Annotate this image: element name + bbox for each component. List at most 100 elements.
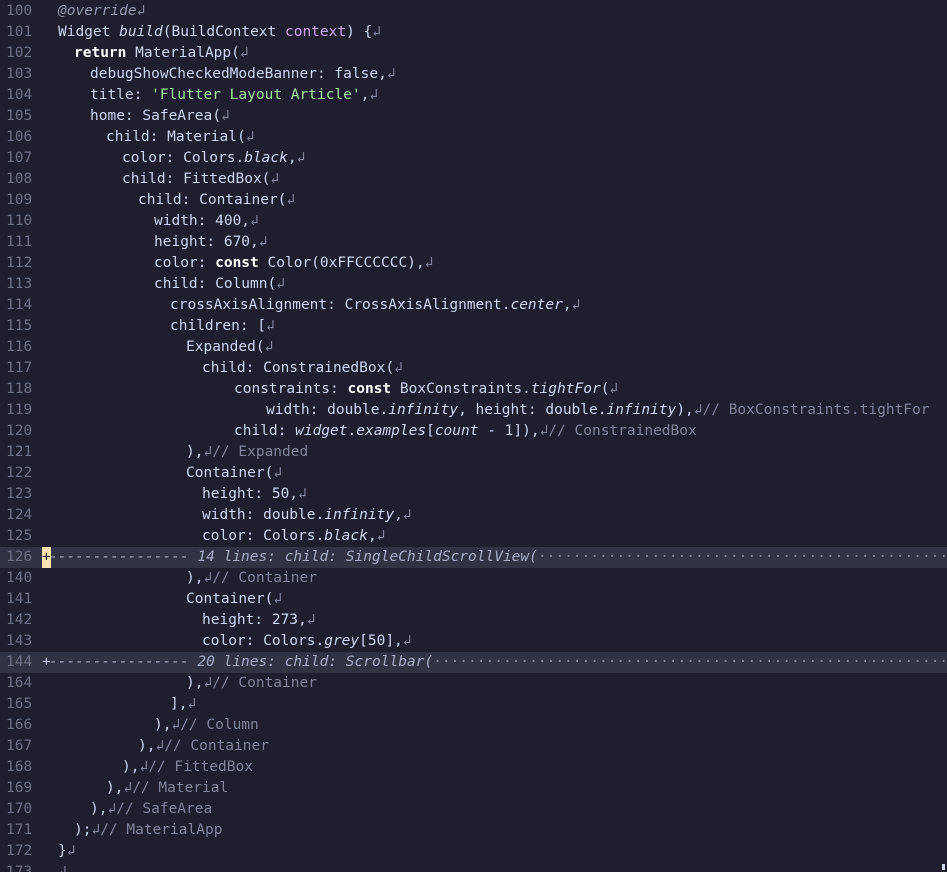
code-token: ), bbox=[138, 738, 156, 754]
code-line[interactable]: 115 children: [↲ bbox=[0, 316, 947, 337]
code-text: }↲ bbox=[58, 841, 75, 862]
code-token: infinity bbox=[606, 402, 677, 418]
code-line[interactable]: 165],↲ bbox=[0, 694, 947, 715]
eol-icon: ↲ bbox=[286, 192, 296, 208]
code-line[interactable]: 125 color: Colors.black,↲ bbox=[0, 526, 947, 547]
code-line[interactable]: 101 Widget build(BuildContext context) {↲ bbox=[0, 22, 947, 43]
code-token: MaterialApp( bbox=[135, 45, 240, 61]
line-number: 167 bbox=[6, 738, 33, 754]
code-text: ],↲ bbox=[170, 694, 196, 715]
code-token: ); bbox=[74, 822, 92, 838]
line-number: 119 bbox=[6, 402, 33, 418]
code-token: @override bbox=[58, 3, 137, 19]
line-number: 125 bbox=[6, 528, 33, 544]
code-line[interactable]: 111 height: 670,↲ bbox=[0, 232, 947, 253]
code-line[interactable]: 109 child: Container(↲ bbox=[0, 190, 947, 211]
line-number: 108 bbox=[6, 171, 33, 187]
code-token: width: double. bbox=[202, 507, 325, 523]
eol-icon: ↲ bbox=[91, 822, 101, 838]
code-token: color: bbox=[154, 255, 216, 271]
code-line[interactable]: 118 constraints: const BoxConstraints.tig… bbox=[0, 379, 947, 400]
code-line[interactable]: 142 height: 273,↲ bbox=[0, 610, 947, 631]
code-line[interactable]: 105 home: SafeArea(↲ bbox=[0, 106, 947, 127]
code-line[interactable]: 113 child: Column(↲ bbox=[0, 274, 947, 295]
code-line[interactable]: 103 debugShowCheckedModeBanner: false,↲ bbox=[0, 64, 947, 85]
eol-icon: ↲ bbox=[203, 570, 213, 586]
code-line[interactable]: 114 crossAxisAlignment: CrossAxisAlignmen… bbox=[0, 295, 947, 316]
code-token: (BuildContext bbox=[162, 24, 285, 40]
code-text: crossAxisAlignment: CrossAxisAlignment.c… bbox=[170, 295, 580, 316]
line-number: 166 bbox=[6, 717, 33, 733]
code-comment: // Container bbox=[212, 675, 317, 691]
code-line[interactable]: 119 width: double.infinity, height: doubl… bbox=[0, 400, 947, 421]
line-number: 140 bbox=[6, 570, 33, 586]
code-line[interactable]: 170),↲// SafeArea bbox=[0, 799, 947, 820]
line-number: 173 bbox=[6, 864, 33, 872]
code-editor[interactable]: 100 @override↲ 101 Widget build(BuildContex… bbox=[0, 0, 947, 872]
code-line[interactable]: 171);↲// MaterialApp bbox=[0, 820, 947, 841]
code-line[interactable]: 112 color: const Color(0xFFCCCCCC),↲ bbox=[0, 253, 947, 274]
eol-icon: ↲ bbox=[273, 591, 283, 607]
fold-summary-text: ---------------- 14 lines: child: Single… bbox=[49, 549, 538, 565]
code-token: center bbox=[510, 297, 563, 313]
code-text: ),↲// Container bbox=[138, 736, 269, 757]
code-line[interactable]: 106 child: Material(↲ bbox=[0, 127, 947, 148]
code-line[interactable]: 124 width: double.infinity,↲ bbox=[0, 505, 947, 526]
line-number: 118 bbox=[6, 381, 33, 397]
code-line[interactable]: 100 @override↲ bbox=[0, 1, 947, 22]
line-number: 168 bbox=[6, 759, 33, 775]
code-line[interactable]: 169),↲// Material bbox=[0, 778, 947, 799]
fold-summary[interactable]: ---------------- 20 lines: child: Scroll… bbox=[49, 652, 947, 673]
code-token: examples bbox=[356, 423, 427, 439]
code-token: Expanded( bbox=[186, 339, 265, 355]
code-token: widget bbox=[295, 423, 348, 439]
code-line[interactable]: 110 width: 400,↲ bbox=[0, 211, 947, 232]
code-line[interactable]: 123 height: 50,↲ bbox=[0, 484, 947, 505]
code-token: , bbox=[367, 528, 377, 544]
line-number: 144 bbox=[6, 654, 33, 670]
eol-icon: ↲ bbox=[107, 801, 117, 817]
code-line[interactable]: 116 Expanded(↲ bbox=[0, 337, 947, 358]
code-text: constraints: const BoxConstraints.tightF… bbox=[234, 379, 618, 400]
code-line[interactable]: 168),↲// FittedBox bbox=[0, 757, 947, 778]
code-line[interactable]: 120 child: widget.examples[count - 1]),↲/… bbox=[0, 421, 947, 442]
code-line[interactable]: 166),↲// Column bbox=[0, 715, 947, 736]
code-line[interactable]: 117 child: ConstrainedBox(↲ bbox=[0, 358, 947, 379]
line-number: 106 bbox=[6, 129, 33, 145]
code-token: child: FittedBox( bbox=[122, 171, 271, 187]
code-line[interactable]: 122 Container(↲ bbox=[0, 463, 947, 484]
code-line[interactable]: 102 return MaterialApp(↲ bbox=[0, 43, 947, 64]
code-token: Widget bbox=[58, 24, 120, 40]
eol-icon: ↲ bbox=[424, 255, 434, 271]
line-number: 172 bbox=[6, 843, 33, 859]
code-line[interactable]: 121),↲// Expanded bbox=[0, 442, 947, 463]
code-line[interactable]: 164),↲// Container bbox=[0, 673, 947, 694]
code-token: child: Column( bbox=[154, 276, 277, 292]
fold-summary[interactable]: ---------------- 14 lines: child: Single… bbox=[49, 547, 947, 568]
code-line[interactable]: 108 child: FittedBox(↲ bbox=[0, 169, 947, 190]
code-token: ), bbox=[122, 759, 140, 775]
code-token: Container( bbox=[186, 465, 274, 481]
code-token: home: SafeArea( bbox=[90, 108, 221, 124]
code-token: , bbox=[394, 507, 403, 523]
folded-region[interactable]: 144 + ---------------- 20 lines: child: Sc… bbox=[0, 652, 947, 673]
code-line[interactable]: 172 }↲ bbox=[0, 841, 947, 862]
line-number: 124 bbox=[6, 507, 33, 523]
code-line[interactable]: 167 ),↲// Container bbox=[0, 736, 947, 757]
code-line[interactable]: 173 ↲ bbox=[0, 862, 947, 872]
code-text: width: 400,↲ bbox=[154, 211, 259, 232]
line-number: 122 bbox=[6, 465, 33, 481]
code-line[interactable]: 140),↲// Container bbox=[0, 568, 947, 589]
eol-icon: ↲ bbox=[394, 360, 403, 376]
code-text: width: double.infinity, height: double.i… bbox=[266, 400, 930, 421]
code-line[interactable]: 104 title: 'Flutter Layout Article',↲ bbox=[0, 85, 947, 106]
code-line[interactable]: 141 Container(↲ bbox=[0, 589, 947, 610]
code-comment: // SafeArea bbox=[116, 801, 213, 817]
code-comment: // MaterialApp bbox=[100, 822, 223, 838]
code-line[interactable]: 107 color: Colors.black,↲ bbox=[0, 148, 947, 169]
folded-region[interactable]: 126 + ---------------- 14 lines: child: Si… bbox=[0, 547, 947, 568]
code-line[interactable]: 143 color: Colors.grey[50],↲ bbox=[0, 631, 947, 652]
code-text: @override↲ bbox=[58, 1, 145, 22]
line-number: 164 bbox=[6, 675, 33, 691]
code-token: infinity bbox=[324, 507, 395, 523]
